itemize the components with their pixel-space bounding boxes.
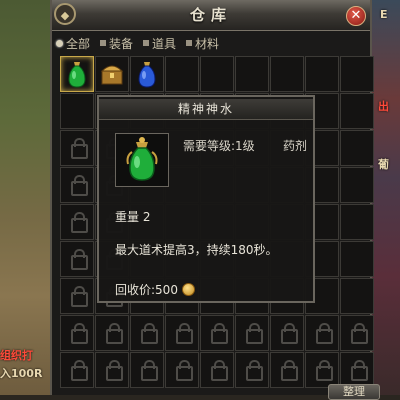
locked-slot[interactable]	[60, 241, 94, 277]
locked-slot[interactable]	[165, 352, 199, 388]
world-chat-text-2: 入100R	[0, 367, 43, 380]
tab-label: 全部	[66, 36, 91, 51]
empty-slot[interactable]	[165, 56, 199, 92]
radio-selected-icon	[56, 39, 63, 47]
tooltip-description: 最大道术提高3，持续180秒。	[115, 243, 278, 257]
sort-button[interactable]: 整理	[328, 384, 380, 400]
tab-items[interactable]: 道具	[143, 34, 176, 52]
side-hud-text-1: E	[380, 8, 388, 21]
green-potion-icon	[126, 137, 158, 181]
warehouse-window: ◆ 仓库 ✕ 全部 装备 道具 材料 精神神水 需要等级:1级 药剂 重量 2 …	[50, 0, 380, 400]
close-button[interactable]: ✕	[346, 6, 366, 26]
locked-slot[interactable]	[60, 204, 94, 240]
tab-materials[interactable]: 材料	[186, 34, 219, 52]
empty-slot[interactable]	[305, 56, 339, 92]
locked-slot[interactable]	[60, 130, 94, 166]
tab-label: 道具	[152, 36, 177, 51]
empty-slot[interactable]	[340, 56, 374, 92]
locked-slot[interactable]	[60, 352, 94, 388]
empty-slot[interactable]	[340, 278, 374, 314]
empty-slot[interactable]	[340, 130, 374, 166]
locked-slot[interactable]	[165, 315, 199, 351]
radio-unselected-icon	[186, 40, 193, 46]
locked-slot[interactable]	[130, 352, 164, 388]
item-slot-green-potion[interactable]	[60, 56, 94, 92]
locked-slot[interactable]	[60, 315, 94, 351]
empty-slot[interactable]	[340, 93, 374, 129]
locked-slot[interactable]	[340, 315, 374, 351]
item-slot-blue-potion[interactable]	[130, 56, 164, 92]
category-tabs: 全部 装备 道具 材料	[56, 34, 219, 52]
tab-equipment[interactable]: 装备	[100, 34, 133, 52]
empty-slot[interactable]	[340, 241, 374, 277]
locked-slot[interactable]	[270, 315, 304, 351]
world-chat-text-1: 组织打	[0, 349, 33, 362]
locked-slot[interactable]	[130, 315, 164, 351]
locked-slot[interactable]	[60, 278, 94, 314]
locked-slot[interactable]	[200, 352, 234, 388]
empty-slot[interactable]	[200, 56, 234, 92]
locked-slot[interactable]	[60, 167, 94, 203]
empty-slot[interactable]	[340, 167, 374, 203]
locked-slot[interactable]	[95, 315, 129, 351]
tooltip-item-icon-frame	[115, 133, 169, 187]
tab-label: 装备	[109, 36, 134, 51]
locked-slot[interactable]	[235, 315, 269, 351]
sell-price-label: 回收价:500	[115, 283, 178, 297]
tooltip-weight: 重量 2	[115, 210, 151, 224]
empty-slot[interactable]	[235, 56, 269, 92]
tooltip-sell-price: 回收价:500	[115, 281, 195, 298]
side-hud-text-3: 葡	[378, 158, 389, 171]
radio-unselected-icon	[100, 40, 107, 46]
locked-slot[interactable]	[305, 352, 339, 388]
tab-all[interactable]: 全部	[56, 34, 90, 52]
locked-slot[interactable]	[270, 352, 304, 388]
tooltip-item-name: 精神神水	[99, 99, 313, 120]
item-tooltip: 精神神水 需要等级:1级 药剂 重量 2 最大道术提高3，持续180秒。 回收价…	[97, 95, 315, 303]
radio-unselected-icon	[143, 40, 150, 46]
locked-slot[interactable]	[305, 315, 339, 351]
side-hud-text-2: 出	[378, 100, 389, 113]
window-title: 仓库	[189, 6, 232, 24]
tooltip-level-requirement: 需要等级:1级	[183, 139, 255, 153]
locked-slot[interactable]	[200, 315, 234, 351]
empty-slot[interactable]	[270, 56, 304, 92]
locked-slot[interactable]	[235, 352, 269, 388]
title-bar[interactable]: ◆ 仓库 ✕	[52, 0, 370, 31]
empty-slot[interactable]	[60, 93, 94, 129]
tab-label: 材料	[195, 36, 220, 51]
item-slot-treasure-chest[interactable]	[95, 56, 129, 92]
tooltip-item-type: 药剂	[283, 139, 308, 153]
locked-slot[interactable]	[95, 352, 129, 388]
gold-coin-icon	[181, 283, 195, 296]
locked-slot[interactable]	[340, 352, 374, 388]
game-world-right: E 出 葡	[372, 0, 400, 395]
empty-slot[interactable]	[340, 204, 374, 240]
